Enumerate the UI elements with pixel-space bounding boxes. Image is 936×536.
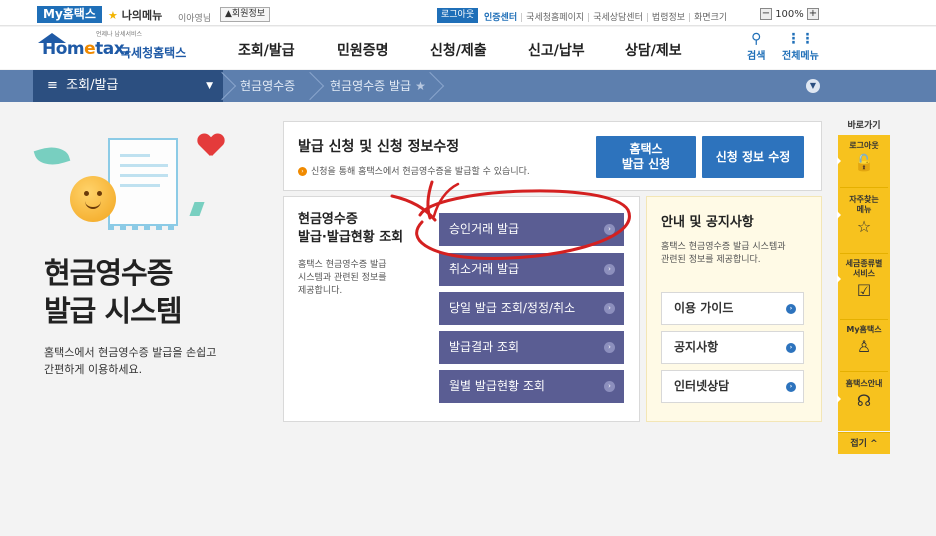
chevron-right-icon: › (786, 343, 796, 353)
util-link-cert-center[interactable]: 인증센터 (484, 13, 517, 23)
leaf-decoration-icon (33, 141, 71, 171)
quick-hometax-guide[interactable]: 홈택스안내 ☊ (837, 379, 890, 411)
nav-inquiry-issue[interactable]: 조회/발급 (238, 40, 295, 60)
monthly-issue-status-button[interactable]: 월별 발급현황 조회 › (439, 370, 624, 403)
headset-icon: ☊ (856, 391, 872, 410)
all-menu-label: 전체메뉴 (782, 51, 819, 62)
my-menu-label: 나의메뉴 (121, 9, 163, 22)
quick-menu-body: 로그아웃 🔓 자주찾는 메뉴 ☆ 세금종류별 서비스 ☑ My홈택스 ♙ 홈택스… (837, 135, 890, 431)
location-menu-select[interactable]: ≡ 조회/발급 ▼ (33, 70, 223, 102)
star-outline-icon: ☆ (856, 217, 872, 236)
breadcrumb-current: 현금영수증 발급 ★ (330, 79, 426, 93)
info-bullet-icon: › (298, 167, 307, 176)
hamburger-icon: ≡ (47, 78, 58, 93)
zoom-control: − 100% + (760, 8, 819, 20)
expand-chevron-icon[interactable]: ▼ (806, 79, 820, 93)
location-bar: ≡ 조회/발급 ▼ 현금영수증 현금영수증 발급 ★ ▼ (0, 70, 936, 102)
modify-application-button[interactable]: 신청 정보 수정 (702, 136, 804, 178)
quick-favorite-menu[interactable]: 자주찾는 메뉴 ☆ (837, 195, 890, 237)
guide-notice-card: 안내 및 공지사항 홈택스 현금영수증 발급 시스템과 관련된 정보를 제공합니… (646, 196, 822, 422)
global-nav: 언제나 납세서비스 Hometax. 국세청홈택스 조회/발급 민원증명 신청/… (0, 27, 936, 69)
internet-counsel-button[interactable]: 인터넷상담 › (661, 370, 804, 403)
utility-bar: My홈택스 ★ 나의메뉴 이아영님 ▲회원정보 로그아웃 인증센터 | 국세청홈페이… (0, 0, 936, 26)
notice-button[interactable]: 공지사항 › (661, 331, 804, 364)
quick-my-hometax[interactable]: My홈택스 ♙ (838, 325, 890, 357)
issue-inquiry-card: 현금영수증 발급·발급현황 조회 홈택스 현금영수증 발급 시스템과 관련된 정… (283, 196, 640, 422)
breadcrumb-separator (295, 71, 325, 101)
same-day-issue-lookup-button[interactable]: 당일 발급 조회/정정/취소 › (439, 292, 624, 325)
search-label: 검색 (747, 51, 766, 62)
unlock-icon: 🔓 (854, 153, 874, 172)
issue-apply-card: 발급 신청 및 신청 정보수정 › 신청을 통해 홈택스에서 현금영수증을 발급할… (283, 121, 822, 191)
receipt-paper-icon (108, 138, 178, 226)
issue-result-lookup-button[interactable]: 발급결과 조회 › (439, 331, 624, 364)
my-hometax-tab[interactable]: My홈택스 (37, 6, 102, 23)
chevron-right-icon: › (604, 342, 615, 353)
chevron-right-icon: › (604, 303, 615, 314)
zoom-value: 100% (775, 9, 804, 20)
inquiry-card-title: 현금영수증 발급·발급현황 조회 (298, 212, 404, 245)
util-link-law-info[interactable]: 법령정보 (652, 13, 685, 23)
search-button[interactable]: ⚲ 검색 (747, 31, 765, 62)
util-link-nts-home[interactable]: 국세청홈페이지 (526, 13, 584, 23)
nav-apply-submit[interactable]: 신청/제출 (430, 40, 487, 60)
logo-tagline: 언제나 납세서비스 (96, 31, 143, 38)
hero-illustration (33, 132, 234, 242)
cancel-issue-button[interactable]: 취소거래 발급 › (439, 253, 624, 286)
logo-wordmark: Hometax. (42, 39, 131, 59)
breadcrumb-cash-receipt[interactable]: 현금영수증 (240, 70, 295, 102)
approval-issue-button[interactable]: 승인거래 발급 › (439, 213, 624, 246)
hometax-logo[interactable]: 언제나 납세서비스 Hometax. 국세청홈택스 (36, 29, 186, 67)
checkbox-icon: ☑ (856, 281, 872, 300)
grid-icon: ⋮⋮ (786, 31, 815, 47)
zoom-out-button[interactable]: − (760, 8, 772, 20)
member-info-label: 회원정보 (231, 9, 266, 19)
quick-menu: 바로가기 로그아웃 🔓 자주찾는 메뉴 ☆ 세금종류별 서비스 ☑ My홈택스 … (837, 118, 890, 454)
quick-menu-title: 바로가기 (847, 121, 881, 131)
issue-card-description: › 신청을 통해 홈택스에서 현금영수증을 발급할 수 있습니다. (298, 164, 530, 177)
user-greeting: 이아영님 (178, 14, 212, 24)
user-icon: ▲ (225, 9, 232, 19)
location-menu-label: 조회/발급 (66, 78, 119, 93)
person-icon: ♙ (856, 337, 872, 356)
receipt-edge-decoration (108, 224, 178, 230)
chevron-right-icon: › (604, 224, 615, 235)
page-description: 홈택스에서 현금영수증 발급을 손쉽고 간편하게 이용하세요. (44, 346, 217, 376)
my-menu-link[interactable]: ★ 나의메뉴 (108, 7, 162, 23)
chevron-right-icon: › (604, 264, 615, 275)
chevron-right-icon: › (786, 382, 796, 392)
star-icon: ★ (108, 9, 118, 22)
quick-logout[interactable]: 로그아웃 🔓 (837, 141, 890, 173)
all-menu-button[interactable]: ⋮⋮ 전체메뉴 (782, 31, 819, 62)
inquiry-card-description: 홈택스 현금영수증 발급 시스템과 관련된 정보를 제공합니다. (298, 260, 387, 296)
member-info-button[interactable]: ▲회원정보 (220, 7, 271, 22)
nav-counsel-report[interactable]: 상담/제보 (625, 40, 682, 60)
sparkle-decoration-icon (189, 202, 205, 216)
quick-tax-type-services[interactable]: 세금종류별 서비스 ☑ (837, 259, 890, 301)
nav-report-pay[interactable]: 신고/납부 (528, 40, 585, 60)
smiley-face-icon (70, 176, 116, 222)
heart-icon (198, 134, 224, 160)
guide-card-title: 안내 및 공지사항 (661, 215, 754, 230)
chevron-right-icon: › (786, 304, 796, 314)
util-label-screen-size: 화면크기 (694, 13, 728, 23)
zoom-in-button[interactable]: + (806, 8, 819, 20)
logo-korean-name: 국세청홈택스 (120, 46, 187, 60)
utility-links: 인증센터 | 국세청홈페이지 | 국세상담센터 | 법령정보 | 화면크기 (484, 13, 728, 23)
logout-button[interactable]: 로그아웃 (437, 8, 479, 23)
user-guide-button[interactable]: 이용 가이드 › (661, 292, 804, 325)
hometax-issue-apply-button[interactable]: 홈택스 발급 신청 (596, 136, 696, 178)
issue-card-title: 발급 신청 및 신청 정보수정 (298, 139, 460, 155)
nav-civil-certificates[interactable]: 민원증명 (337, 40, 389, 60)
quick-menu-collapse-button[interactable]: 접기 ^ (838, 432, 890, 454)
guide-card-description: 홈택스 현금영수증 발급 시스템과 관련된 정보를 제공합니다. (661, 242, 786, 265)
chevron-right-icon: › (604, 381, 615, 392)
util-link-counsel-center[interactable]: 국세상담센터 (593, 13, 643, 23)
page-title: 현금영수증 발급 시스템 (44, 256, 182, 328)
search-icon: ⚲ (751, 31, 762, 47)
